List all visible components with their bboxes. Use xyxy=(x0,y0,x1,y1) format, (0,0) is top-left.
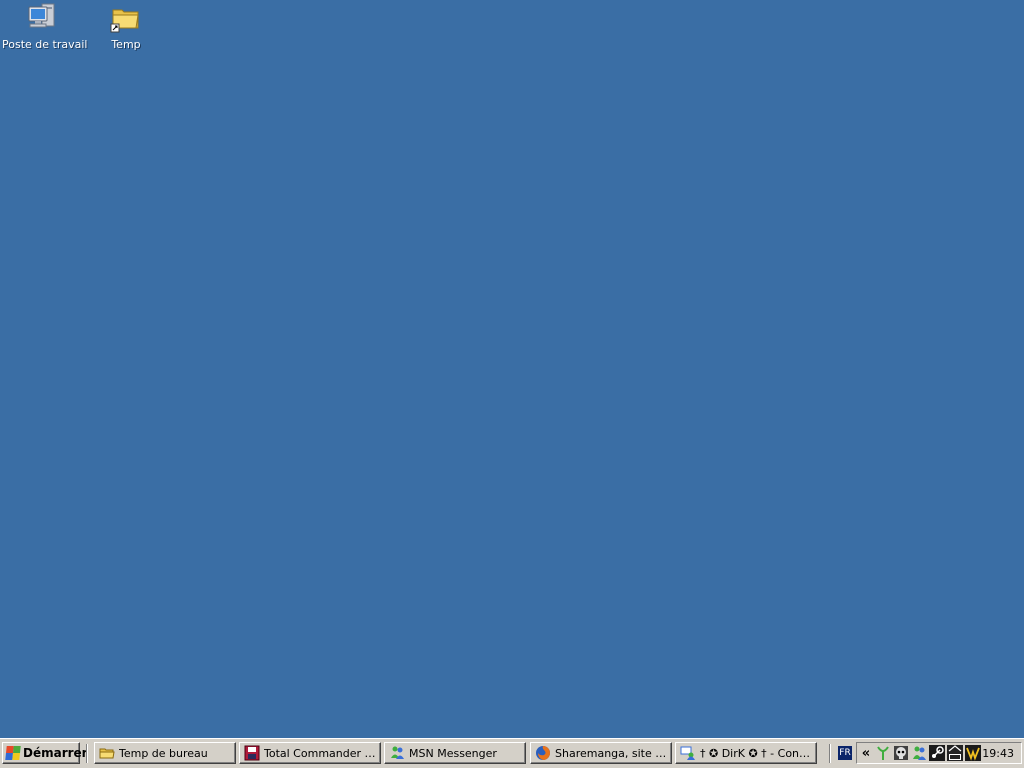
floppy-disk-icon xyxy=(244,745,260,761)
task-button-label: MSN Messenger xyxy=(409,746,497,760)
my-computer-icon xyxy=(26,2,58,34)
desktop-icon-temp[interactable]: Temp xyxy=(86,2,166,51)
start-button[interactable]: Démarrer xyxy=(2,742,88,764)
taskbar: Démarrer Temp de bureau Total Commander … xyxy=(0,738,1024,768)
lite-icon[interactable] xyxy=(947,745,963,761)
task-button-label: Sharemanga, site co... xyxy=(555,746,671,760)
windows-logo-icon xyxy=(5,746,21,760)
task-button-conversation[interactable]: † ✪ DirK ✪ † - Conver... xyxy=(675,742,817,764)
folder-icon xyxy=(99,745,115,761)
desktop-icon-label: Temp xyxy=(111,38,141,51)
system-tray: « 19:43 xyxy=(856,742,1022,764)
task-button-msn-messenger[interactable]: MSN Messenger xyxy=(384,742,526,764)
steam-icon[interactable] xyxy=(929,745,945,761)
clock[interactable]: 19:43 xyxy=(982,747,1014,760)
messenger-buddy-icon[interactable] xyxy=(911,745,927,761)
desktop-icon-label: Poste de travail xyxy=(2,38,88,51)
conversation-icon xyxy=(680,745,696,761)
winamp-icon[interactable] xyxy=(965,745,981,761)
task-button-label: Temp de bureau xyxy=(119,746,208,760)
task-button-temp-de-bureau[interactable]: Temp de bureau xyxy=(94,742,236,764)
taskbar-separator xyxy=(86,744,88,763)
msn-messenger-icon xyxy=(389,745,405,761)
taskbar-separator xyxy=(829,744,831,763)
task-button-total-commander[interactable]: Total Commander 6.... xyxy=(239,742,381,764)
task-button-label: † ✪ DirK ✪ † - Conver... xyxy=(700,746,816,760)
start-button-label: Démarrer xyxy=(23,746,88,760)
desktop[interactable]: Poste de travail Temp xyxy=(0,0,1024,738)
skull-icon[interactable] xyxy=(893,745,909,761)
desktop-icon-my-computer[interactable]: Poste de travail xyxy=(2,2,88,51)
task-button-label: Total Commander 6.... xyxy=(264,746,380,760)
task-button-sharemanga[interactable]: Sharemanga, site co... xyxy=(530,742,672,764)
language-indicator[interactable]: FR xyxy=(838,746,852,760)
firefox-icon xyxy=(535,745,551,761)
antenna-icon[interactable] xyxy=(875,745,891,761)
show-hidden-icons-chevron[interactable]: « xyxy=(859,746,873,761)
folder-shortcut-icon xyxy=(110,2,142,34)
